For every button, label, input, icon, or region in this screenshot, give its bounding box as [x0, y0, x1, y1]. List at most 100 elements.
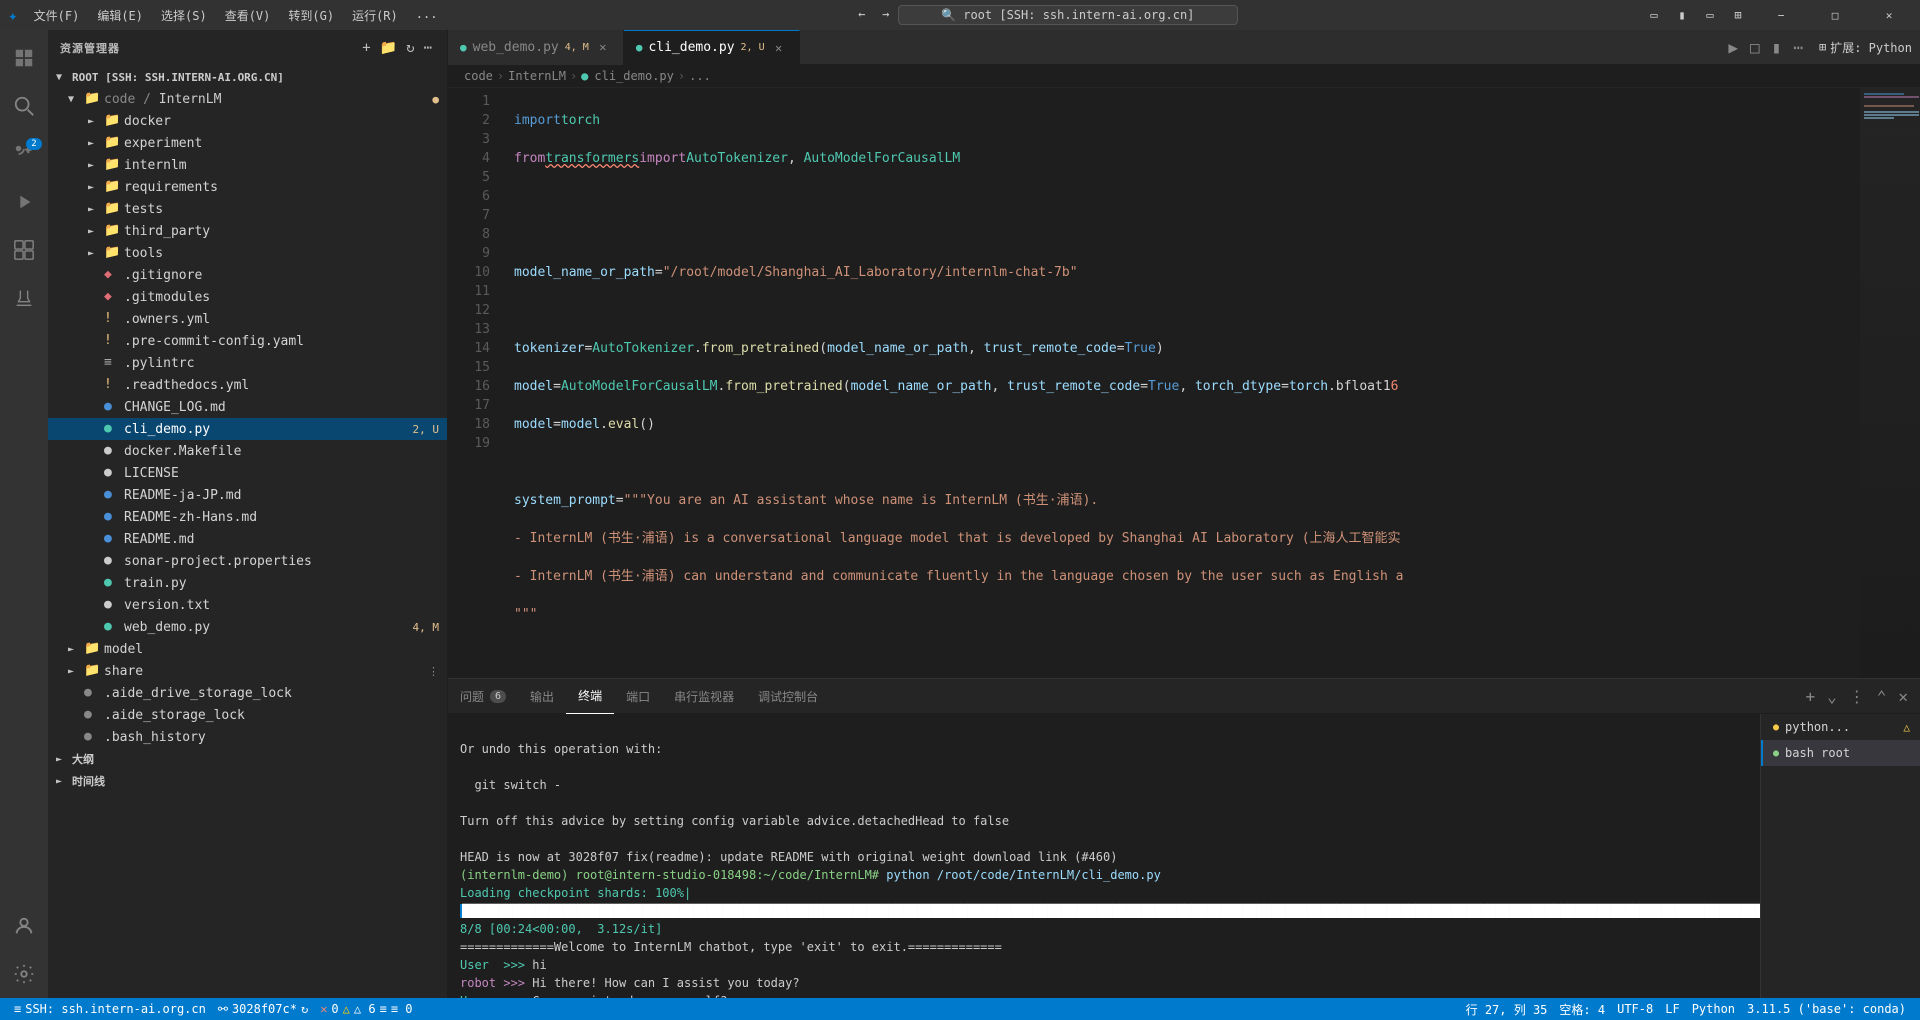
tree-item-sonar[interactable]: ● sonar-project.properties	[48, 550, 447, 572]
activity-run[interactable]	[0, 178, 48, 226]
tree-item-share[interactable]: ► 📁 share ⋮	[48, 660, 447, 682]
status-language[interactable]: Python	[1686, 998, 1741, 1020]
status-encoding[interactable]: UTF-8	[1611, 998, 1659, 1020]
panel-tab-ports[interactable]: 端口	[614, 679, 662, 714]
status-ssh[interactable]: ≡ SSH: ssh.intern-ai.org.cn	[8, 998, 212, 1020]
status-position[interactable]: 行 27, 列 35	[1460, 998, 1554, 1020]
tree-item-bash-history[interactable]: ● .bash_history	[48, 726, 447, 748]
status-python-version[interactable]: 3.11.5 ('base': conda)	[1741, 998, 1912, 1020]
activity-account[interactable]	[0, 902, 48, 950]
tree-item-version[interactable]: ● version.txt	[48, 594, 447, 616]
tab-close-btn[interactable]: ✕	[771, 40, 787, 56]
status-spaces[interactable]: 空格: 4	[1553, 998, 1611, 1020]
new-file-btn[interactable]: +	[360, 38, 373, 58]
tree-item-cli-demo[interactable]: ● cli_demo.py 2, U	[48, 418, 447, 440]
breadcrumb-internlm[interactable]: InternLM	[508, 69, 566, 83]
activity-source-control[interactable]: 2	[0, 130, 48, 178]
settings-layout-btn[interactable]: ▭	[1642, 6, 1666, 24]
activity-settings[interactable]	[0, 950, 48, 998]
tree-item-aide-storage[interactable]: ● .aide_storage_lock	[48, 704, 447, 726]
tree-item-requirements[interactable]: ► 📁 requirements	[48, 176, 447, 198]
extension-tab[interactable]: ⊞ 扩展: Python	[1819, 39, 1912, 56]
breadcrumb-code[interactable]: code	[464, 69, 493, 83]
panel-maximize-btn[interactable]: ⌃	[1873, 685, 1891, 708]
run-button[interactable]: ▶	[1724, 36, 1742, 59]
tree-item-internlm-pkg[interactable]: ► 📁 internlm	[48, 154, 447, 176]
tree-item-readme-ja[interactable]: ● README-ja-JP.md	[48, 484, 447, 506]
code-content[interactable]: import torch from transformers import Au…	[498, 88, 1860, 678]
new-folder-btn[interactable]: 📁	[378, 38, 400, 58]
tree-item-web-demo[interactable]: ● web_demo.py 4, M	[48, 616, 447, 638]
tree-item-outline[interactable]: ► 大纲	[48, 748, 447, 770]
tree-item-owners[interactable]: ! .owners.yml	[48, 308, 447, 330]
nav-back[interactable]: ←	[850, 5, 874, 23]
status-errors[interactable]: ✕ 0 △ △ 6 ≡ ≡ 0	[314, 998, 418, 1020]
tree-item-experiment[interactable]: ► 📁 experiment	[48, 132, 447, 154]
close-button[interactable]: ✕	[1866, 0, 1912, 30]
panel-tab-terminal[interactable]: 终端	[566, 679, 614, 714]
panel-close-btn[interactable]: ✕	[1894, 685, 1912, 708]
add-terminal-btn[interactable]: +	[1801, 685, 1819, 708]
refresh-btn[interactable]: ↻	[404, 38, 417, 58]
activity-explorer[interactable]	[0, 34, 48, 82]
panel-tab-output[interactable]: 输出	[518, 679, 566, 714]
split-editor-btn[interactable]: □	[1746, 36, 1764, 59]
toggle-panel-btn[interactable]: ▭	[1698, 6, 1722, 24]
tree-item-aide-drive[interactable]: ● .aide_drive_storage_lock	[48, 682, 447, 704]
breadcrumb-more[interactable]: ...	[689, 69, 711, 83]
menu-run[interactable]: 运行(R)	[344, 5, 406, 26]
tab-close-btn[interactable]: ✕	[595, 39, 611, 55]
terminal-output[interactable]: Or undo this operation with: git switch …	[448, 714, 1760, 998]
menu-goto[interactable]: 转到(G)	[280, 5, 342, 26]
panel-tab-debug[interactable]: 调试控制台	[746, 679, 830, 714]
tree-item-license[interactable]: ● LICENSE	[48, 462, 447, 484]
tree-item-docker[interactable]: ► 📁 docker	[48, 110, 447, 132]
code-editor[interactable]: 1 2 3 4 5 6 7 8 9 10 11 12 13 14 15 16 1…	[448, 88, 1920, 678]
toggle-layout-btn[interactable]: ▮	[1768, 36, 1786, 59]
menu-select[interactable]: 选择(S)	[153, 5, 215, 26]
tree-item-readme-zh[interactable]: ● README-zh-Hans.md	[48, 506, 447, 528]
tree-item-third-party[interactable]: ► 📁 third_party	[48, 220, 447, 242]
status-branch[interactable]: ⚯ 3028f07c* ↻	[212, 998, 314, 1020]
panel-tab-serial[interactable]: 串行监视器	[662, 679, 746, 714]
tree-item-readme[interactable]: ● README.md	[48, 528, 447, 550]
tree-item-timeline[interactable]: ► 时间线	[48, 770, 447, 792]
toggle-sidebar-btn[interactable]: ▮	[1670, 6, 1694, 24]
title-search[interactable]: 🔍 root [SSH: ssh.intern-ai.org.cn]	[898, 5, 1238, 25]
panel-tab-problems[interactable]: 问题 6	[448, 679, 518, 714]
more-actions-btn[interactable]: ⋯	[1789, 36, 1807, 59]
breadcrumb-file[interactable]: cli_demo.py	[594, 69, 673, 83]
tree-item-model[interactable]: ► 📁 model	[48, 638, 447, 660]
activity-search[interactable]	[0, 82, 48, 130]
status-line-ending[interactable]: LF	[1659, 998, 1685, 1020]
tab-cli-demo[interactable]: ● cli_demo.py 2, U ✕	[624, 30, 800, 65]
menu-more[interactable]: ...	[408, 5, 446, 26]
layout-btn[interactable]: ⊞	[1726, 6, 1750, 24]
minimize-button[interactable]: −	[1758, 0, 1804, 30]
tree-item-gitignore[interactable]: ◆ .gitignore	[48, 264, 447, 286]
tree-root[interactable]: ▼ ROOT [SSH: SSH.INTERN-AI.ORG.CN]	[48, 66, 447, 88]
terminal-more-btn[interactable]: ⌄	[1823, 685, 1841, 708]
terminal-split-btn[interactable]: ⋮	[1845, 685, 1869, 708]
tree-item-docker-makefile[interactable]: ● docker.Makefile	[48, 440, 447, 462]
collapse-btn[interactable]: ⋯	[422, 38, 435, 58]
nav-forward[interactable]: →	[874, 5, 898, 23]
menu-edit[interactable]: 编辑(E)	[89, 5, 151, 26]
tree-item-gitmodules[interactable]: ◆ .gitmodules	[48, 286, 447, 308]
menu-file[interactable]: 文件(F)	[26, 5, 88, 26]
tree-item-train[interactable]: ● train.py	[48, 572, 447, 594]
menu-view[interactable]: 查看(V)	[217, 5, 279, 26]
tree-item-readthedocs[interactable]: ! .readthedocs.yml	[48, 374, 447, 396]
activity-test[interactable]	[0, 274, 48, 322]
maximize-button[interactable]: □	[1812, 0, 1858, 30]
activity-extensions[interactable]	[0, 226, 48, 274]
tree-item-precommit[interactable]: ! .pre-commit-config.yaml	[48, 330, 447, 352]
tree-item-tests[interactable]: ► 📁 tests	[48, 198, 447, 220]
tab-web-demo[interactable]: ● web_demo.py 4, M ✕	[448, 30, 624, 65]
tree-item-internlm[interactable]: ▼ 📁 code / InternLM ●	[48, 88, 447, 110]
tree-item-pylintrc[interactable]: ≡ .pylintrc	[48, 352, 447, 374]
tree-item-tools[interactable]: ► 📁 tools	[48, 242, 447, 264]
tree-item-changelog[interactable]: ● CHANGE_LOG.md	[48, 396, 447, 418]
terminal-item-python[interactable]: ● python... △	[1761, 714, 1920, 740]
terminal-item-bash[interactable]: ● bash root	[1761, 740, 1920, 766]
